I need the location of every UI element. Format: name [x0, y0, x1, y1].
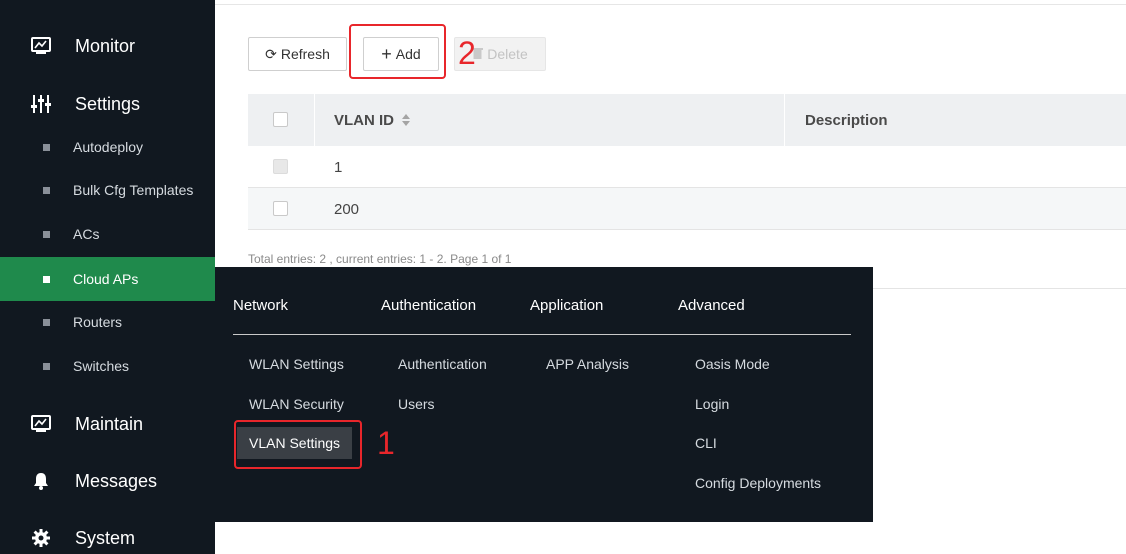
- refresh-button[interactable]: ⟳ Refresh: [248, 37, 347, 71]
- nav-settings[interactable]: Settings: [0, 84, 215, 124]
- menu-item-app-analysis[interactable]: APP Analysis: [546, 356, 629, 372]
- menu-item-config-deployments[interactable]: Config Deployments: [695, 475, 821, 491]
- sidebar-item-label: Bulk Cfg Templates: [73, 182, 194, 198]
- menu-divider: [233, 334, 851, 335]
- bullet-icon: [43, 143, 50, 151]
- bell-icon: [30, 470, 52, 492]
- gear-icon: [30, 527, 52, 549]
- menu-heading-authentication: Authentication: [381, 297, 477, 314]
- column-divider: [314, 94, 315, 146]
- select-all-checkbox[interactable]: [273, 112, 288, 127]
- menu-item-authentication[interactable]: Authentication: [398, 356, 487, 372]
- sidebar-item-acs[interactable]: ACs: [0, 212, 215, 256]
- annotation-box-step-2: [349, 24, 446, 79]
- row-checkbox[interactable]: [273, 159, 288, 174]
- annotation-number-step-1: 1: [377, 425, 395, 461]
- menu-item-wlan-settings[interactable]: WLAN Settings: [249, 356, 344, 372]
- column-header-label: Description: [805, 111, 888, 129]
- nav-system-label: System: [75, 527, 136, 548]
- menu-item-wlan-security[interactable]: WLAN Security: [249, 396, 344, 412]
- menu-item-oasis-mode[interactable]: Oasis Mode: [695, 356, 770, 372]
- table-row[interactable]: 1: [248, 146, 1126, 188]
- sidebar-item-autodeploy[interactable]: Autodeploy: [0, 125, 215, 169]
- table-row[interactable]: 200: [248, 188, 1126, 230]
- nav-maintain[interactable]: Maintain: [0, 404, 215, 444]
- nav-maintain-label: Maintain: [75, 413, 144, 434]
- sidebar-item-label: Switches: [73, 358, 130, 374]
- sidebar-item-label: Routers: [73, 314, 123, 330]
- delete-button-label: Delete: [487, 46, 528, 62]
- bullet-icon: [43, 318, 50, 326]
- maintain-icon: [30, 413, 52, 435]
- nav-messages-label: Messages: [75, 470, 158, 491]
- column-divider: [784, 94, 785, 146]
- sidebar: Monitor Settings Autodeploy Bulk Cfg Tem…: [0, 0, 215, 554]
- bullet-icon: [43, 230, 50, 238]
- annotation-box-step-1: [234, 420, 362, 469]
- column-header-description: Description: [805, 94, 888, 146]
- sort-icon[interactable]: [402, 114, 410, 126]
- nav-system[interactable]: System: [0, 518, 215, 554]
- pagination-summary: Total entries: 2 , current entries: 1 - …: [248, 252, 512, 266]
- annotation-number-step-2: 2: [458, 35, 476, 71]
- table-header: VLAN ID Description: [248, 94, 1126, 146]
- sidebar-item-cloud-aps[interactable]: Cloud APs: [0, 257, 215, 301]
- column-header-vlan-id[interactable]: VLAN ID: [334, 94, 410, 146]
- footer-divider: [873, 288, 1126, 289]
- row-checkbox[interactable]: [273, 201, 288, 216]
- sidebar-item-label: Autodeploy: [73, 139, 144, 155]
- cell-vlan-id: 1: [334, 158, 343, 176]
- sidebar-item-bulk-cfg-templates[interactable]: Bulk Cfg Templates: [0, 168, 215, 212]
- sliders-icon: [30, 93, 52, 115]
- refresh-icon: ⟳: [265, 45, 277, 62]
- bullet-icon: [43, 275, 50, 283]
- nav-monitor[interactable]: Monitor: [0, 26, 215, 66]
- menu-heading-advanced: Advanced: [678, 297, 745, 314]
- menu-heading-network: Network: [233, 297, 289, 314]
- nav-messages[interactable]: Messages: [0, 461, 215, 501]
- sidebar-item-switches[interactable]: Switches: [0, 344, 215, 388]
- nav-monitor-label: Monitor: [75, 35, 136, 56]
- menu-item-login[interactable]: Login: [695, 396, 729, 412]
- menu-heading-application: Application: [530, 297, 604, 314]
- refresh-button-label: Refresh: [280, 46, 330, 62]
- vlan-table: VLAN ID Description 1 200: [248, 94, 1126, 230]
- column-header-label: VLAN ID: [334, 111, 394, 129]
- menu-item-users[interactable]: Users: [398, 396, 435, 412]
- sidebar-item-label: ACs: [73, 226, 100, 242]
- sidebar-item-routers[interactable]: Routers: [0, 300, 215, 344]
- menu-item-cli[interactable]: CLI: [695, 435, 717, 451]
- sidebar-item-label: Cloud APs: [73, 271, 139, 287]
- monitor-icon: [30, 35, 52, 57]
- cell-vlan-id: 200: [334, 200, 360, 218]
- top-divider: [215, 4, 1126, 5]
- bullet-icon: [43, 362, 50, 370]
- settings-mega-menu: Network Authentication Application Advan…: [215, 267, 873, 522]
- bullet-icon: [43, 186, 50, 194]
- nav-settings-label: Settings: [75, 93, 141, 114]
